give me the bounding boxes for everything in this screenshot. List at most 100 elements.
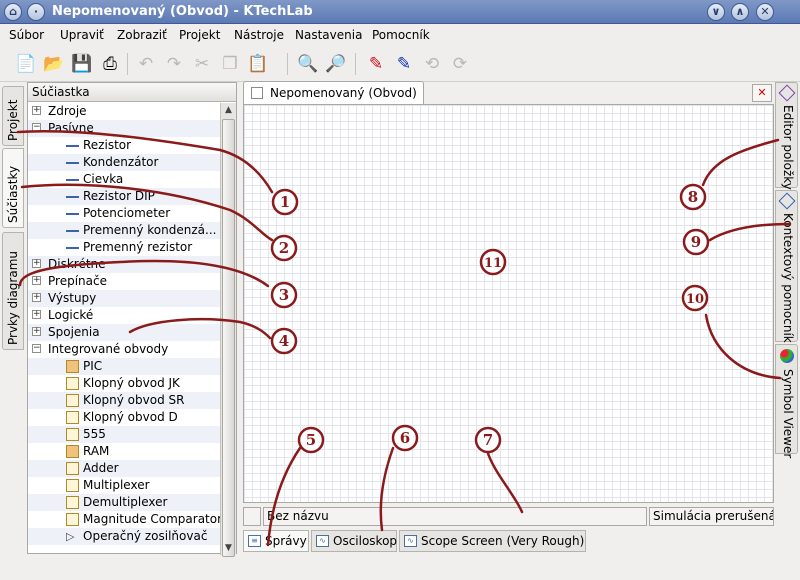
tab-project[interactable]: Projekt [2, 86, 24, 146]
zoom-in-icon[interactable]: 🔍 [296, 52, 320, 76]
expand-icon[interactable]: + [32, 276, 41, 285]
redo-icon[interactable]: ↷ [162, 52, 186, 76]
tree-label: Rezistor [83, 138, 132, 152]
expand-icon[interactable]: + [32, 310, 41, 319]
blue-pen-icon[interactable]: ✎ [392, 52, 416, 76]
red-pen-icon[interactable]: ✎ [364, 52, 388, 76]
menu-project[interactable]: Projekt [179, 28, 220, 42]
left-side-tabs: Projekt Súčiastky Prvky diagramu [0, 82, 26, 352]
tree-item[interactable]: Rezistor [28, 137, 220, 154]
tab-context-help[interactable]: Kontextový pomocník [775, 190, 798, 343]
tree-item[interactable]: Premenný rezistor [28, 239, 220, 256]
menu-view[interactable]: Zobraziť [117, 28, 167, 42]
opamp-icon: ▷ [66, 530, 75, 543]
tree-item[interactable]: 555 [28, 426, 220, 443]
pin-icon[interactable]: · [27, 3, 45, 21]
variable-capacitor-icon [66, 224, 79, 232]
tree-category[interactable]: + Prepínače [28, 273, 220, 290]
tree-item[interactable]: Klopný obvod SR [28, 392, 220, 409]
tab-item-editor[interactable]: Editor položky [775, 82, 798, 190]
tree-item[interactable]: Premenný kondenzá... [28, 222, 220, 239]
new-file-icon[interactable]: 📄 [14, 52, 38, 76]
tree-label: Výstupy [48, 291, 97, 305]
tab-components[interactable]: Súčiastky [2, 148, 24, 228]
tree-item[interactable]: ▷ Operačný zosilňovač [28, 528, 220, 545]
tree-item[interactable]: Klopný obvod JK [28, 375, 220, 392]
panel-header[interactable]: Súčiastka [28, 83, 236, 102]
main-toolbar: 📄 📂 💾 ⎙ ↶ ↷ ✂ ❐ 📋 🔍 🔎 ✎ ✎ ⟲ ⟳ [0, 46, 800, 82]
tree-category[interactable]: − Integrované obvody [28, 341, 220, 358]
tree-item[interactable]: Magnitude Comparator [28, 511, 220, 528]
scroll-down-icon[interactable]: ▼ [221, 541, 236, 555]
menu-help[interactable]: Pomocník [372, 28, 430, 42]
print-icon[interactable]: ⎙ [98, 52, 122, 76]
menu-bar: Súbor Upraviť Zobraziť Projekt Nástroje … [0, 24, 800, 46]
tree-item[interactable]: Demultiplexer [28, 494, 220, 511]
tree-item[interactable]: Klopný obvod D [28, 409, 220, 426]
collapse-icon[interactable]: − [32, 344, 41, 353]
tree-category[interactable]: + Zdroje [28, 103, 220, 120]
tab-document[interactable]: Nepomenovaný (Obvod) [243, 81, 424, 105]
window-title: Nepomenovaný (Obvod) - KTechLab [52, 4, 313, 19]
zoom-out-icon[interactable]: 🔎 [324, 52, 348, 76]
menu-edit[interactable]: Upraviť [60, 28, 104, 42]
tree-label: 555 [83, 427, 106, 441]
status-indicator [243, 507, 261, 526]
menu-settings[interactable]: Nastavenia [295, 28, 362, 42]
expand-icon[interactable]: + [32, 106, 41, 115]
open-folder-icon[interactable]: 📂 [42, 52, 66, 76]
tree-item[interactable]: Multiplexer [28, 477, 220, 494]
rotate-ccw-icon[interactable]: ⟲ [420, 52, 444, 76]
menu-file[interactable]: Súbor [9, 28, 44, 42]
tree-item[interactable]: Rezistor DIP [28, 188, 220, 205]
undo-icon[interactable]: ↶ [134, 52, 158, 76]
menu-tools[interactable]: Nástroje [234, 28, 284, 42]
chip-icon [66, 462, 79, 475]
scroll-up-icon[interactable]: ▲ [221, 103, 236, 117]
collapse-icon[interactable]: − [32, 123, 41, 132]
tree-category[interactable]: − Pasívne [28, 120, 220, 137]
title-bar: ⌂ · Nepomenovaný (Obvod) - KTechLab ∨ ∧ … [0, 0, 800, 24]
app-menu-icon[interactable]: ⌂ [4, 3, 22, 21]
maximize-button[interactable]: ∧ [731, 3, 749, 21]
close-window-button[interactable]: ✕ [756, 3, 774, 21]
tree-scrollbar[interactable]: ▲ ▼ [220, 103, 236, 557]
save-icon[interactable]: 💾 [70, 52, 94, 76]
status-name: Bez názvu [263, 507, 647, 526]
tree-category[interactable]: + Diskrétne [28, 256, 220, 273]
tab-oscilloscope[interactable]: ∿ Osciloskop [311, 530, 397, 552]
symbol-viewer-icon [780, 349, 794, 363]
tree-item[interactable]: PIC [28, 358, 220, 375]
paste-icon[interactable]: 📋 [246, 52, 270, 76]
expand-icon[interactable]: + [32, 327, 41, 336]
tab-messages[interactable]: ≡ Správy [243, 530, 309, 552]
minimize-button[interactable]: ∨ [707, 3, 725, 21]
expand-icon[interactable]: + [32, 293, 41, 302]
tree-item[interactable]: Potenciometer [28, 205, 220, 222]
tree-item[interactable]: Cievka [28, 171, 220, 188]
cut-icon[interactable]: ✂ [190, 52, 214, 76]
rotate-cw-icon[interactable]: ⟳ [448, 52, 472, 76]
tree-item[interactable]: Kondenzátor [28, 154, 220, 171]
resistor-dip-icon [66, 190, 79, 198]
circuit-canvas[interactable] [243, 104, 774, 503]
variable-resistor-icon [66, 241, 79, 249]
status-simulation: Simulácia prerušená [649, 507, 774, 526]
pic-chip-icon [66, 360, 79, 373]
copy-icon[interactable]: ❐ [218, 52, 242, 76]
tree-category[interactable]: + Logické [28, 307, 220, 324]
tab-scope-screen[interactable]: ∿ Scope Screen (Very Rough) [399, 530, 586, 552]
tree-item[interactable]: RAM [28, 443, 220, 460]
close-tab-icon[interactable]: ✕ [752, 84, 772, 102]
pic-chip-icon [66, 445, 79, 458]
scroll-thumb[interactable] [222, 119, 235, 557]
expand-icon[interactable]: + [32, 259, 41, 268]
tab-diagram-items[interactable]: Prvky diagramu [2, 232, 24, 350]
scope-screen-icon: ∿ [404, 535, 417, 547]
tree-category[interactable]: + Výstupy [28, 290, 220, 307]
component-tree: + Zdroje − Pasívne Rezistor Kondenzátor Cievka… [28, 103, 220, 555]
tab-symbol-viewer[interactable]: Symbol Viewer [775, 344, 798, 458]
oscilloscope-icon: ∿ [316, 535, 329, 547]
tree-item[interactable]: Adder [28, 460, 220, 477]
tree-category[interactable]: + Spojenia [28, 324, 220, 341]
